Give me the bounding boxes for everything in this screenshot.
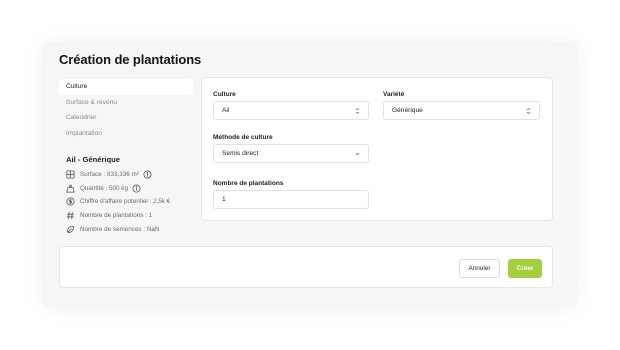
summary-nb-semences: Nombre de semences : NaN <box>59 222 199 236</box>
summary-panel: Ail - Générique Surface : 833,336 m² Qua… <box>59 155 199 236</box>
nombre-label: Nombre de plantations <box>213 180 284 187</box>
chevron-updown-icon <box>355 108 360 114</box>
methode-label: Méthode de culture <box>213 134 273 141</box>
nav-item-surface-revenu[interactable]: Surface & revenu <box>59 95 193 111</box>
hash-icon <box>66 211 74 220</box>
info-icon[interactable] <box>132 184 141 193</box>
summary-nb-plantations: Nombre de plantations : 1 <box>59 209 199 223</box>
culture-label: Culture <box>213 91 236 98</box>
scale-icon <box>66 184 75 193</box>
culture-form-card: Culture Ail Variété Générique Méthode de… <box>201 77 553 221</box>
footer-actions: Annuler Créer <box>59 246 553 288</box>
nombre-value: 1 <box>222 196 226 203</box>
step-nav: Culture Surface & revenu Calendrier Impl… <box>59 79 193 141</box>
modal-title: Création de plantations <box>59 52 202 67</box>
nav-item-culture[interactable]: Culture <box>59 79 193 95</box>
summary-quantite-text: Quantité : 500 kg <box>80 184 128 192</box>
summary-nb-semences-text: Nombre de semences : NaN <box>80 225 160 233</box>
summary-surface-text: Surface : 833,336 m² <box>80 171 139 179</box>
info-icon[interactable] <box>143 170 152 179</box>
methode-value: Semis direct <box>222 150 259 157</box>
culture-select[interactable]: Ail <box>213 101 369 120</box>
culture-value: Ail <box>222 107 230 114</box>
grid-icon <box>66 170 75 179</box>
variete-label: Variété <box>383 91 405 98</box>
summary-chiffre: Chiffre d'affaire potentiel : 2,5k € <box>59 195 199 209</box>
nav-item-calendrier[interactable]: Calendrier <box>59 110 193 126</box>
cancel-button[interactable]: Annuler <box>459 259 500 278</box>
summary-title: Ail - Générique <box>66 155 121 164</box>
summary-nb-plantations-text: Nombre de plantations : 1 <box>80 212 153 220</box>
variete-value: Générique <box>392 107 423 114</box>
create-button[interactable]: Créer <box>508 259 542 278</box>
seed-icon <box>67 225 74 233</box>
nav-item-implantation[interactable]: Implantation <box>59 126 193 142</box>
summary-chiffre-text: Chiffre d'affaire potentiel : 2,5k € <box>80 198 171 206</box>
chevron-down-icon <box>355 152 360 156</box>
summary-quantite: Quantité : 500 kg <box>59 182 199 196</box>
nombre-plantations-input[interactable]: 1 <box>213 190 369 209</box>
chevron-updown-icon <box>526 108 531 114</box>
summary-surface: Surface : 833,336 m² <box>59 168 199 182</box>
variete-select[interactable]: Générique <box>383 101 540 120</box>
creation-modal: Création de plantations Culture Surface … <box>44 44 576 306</box>
dollar-circle-icon <box>66 197 75 206</box>
methode-select[interactable]: Semis direct <box>213 144 369 163</box>
